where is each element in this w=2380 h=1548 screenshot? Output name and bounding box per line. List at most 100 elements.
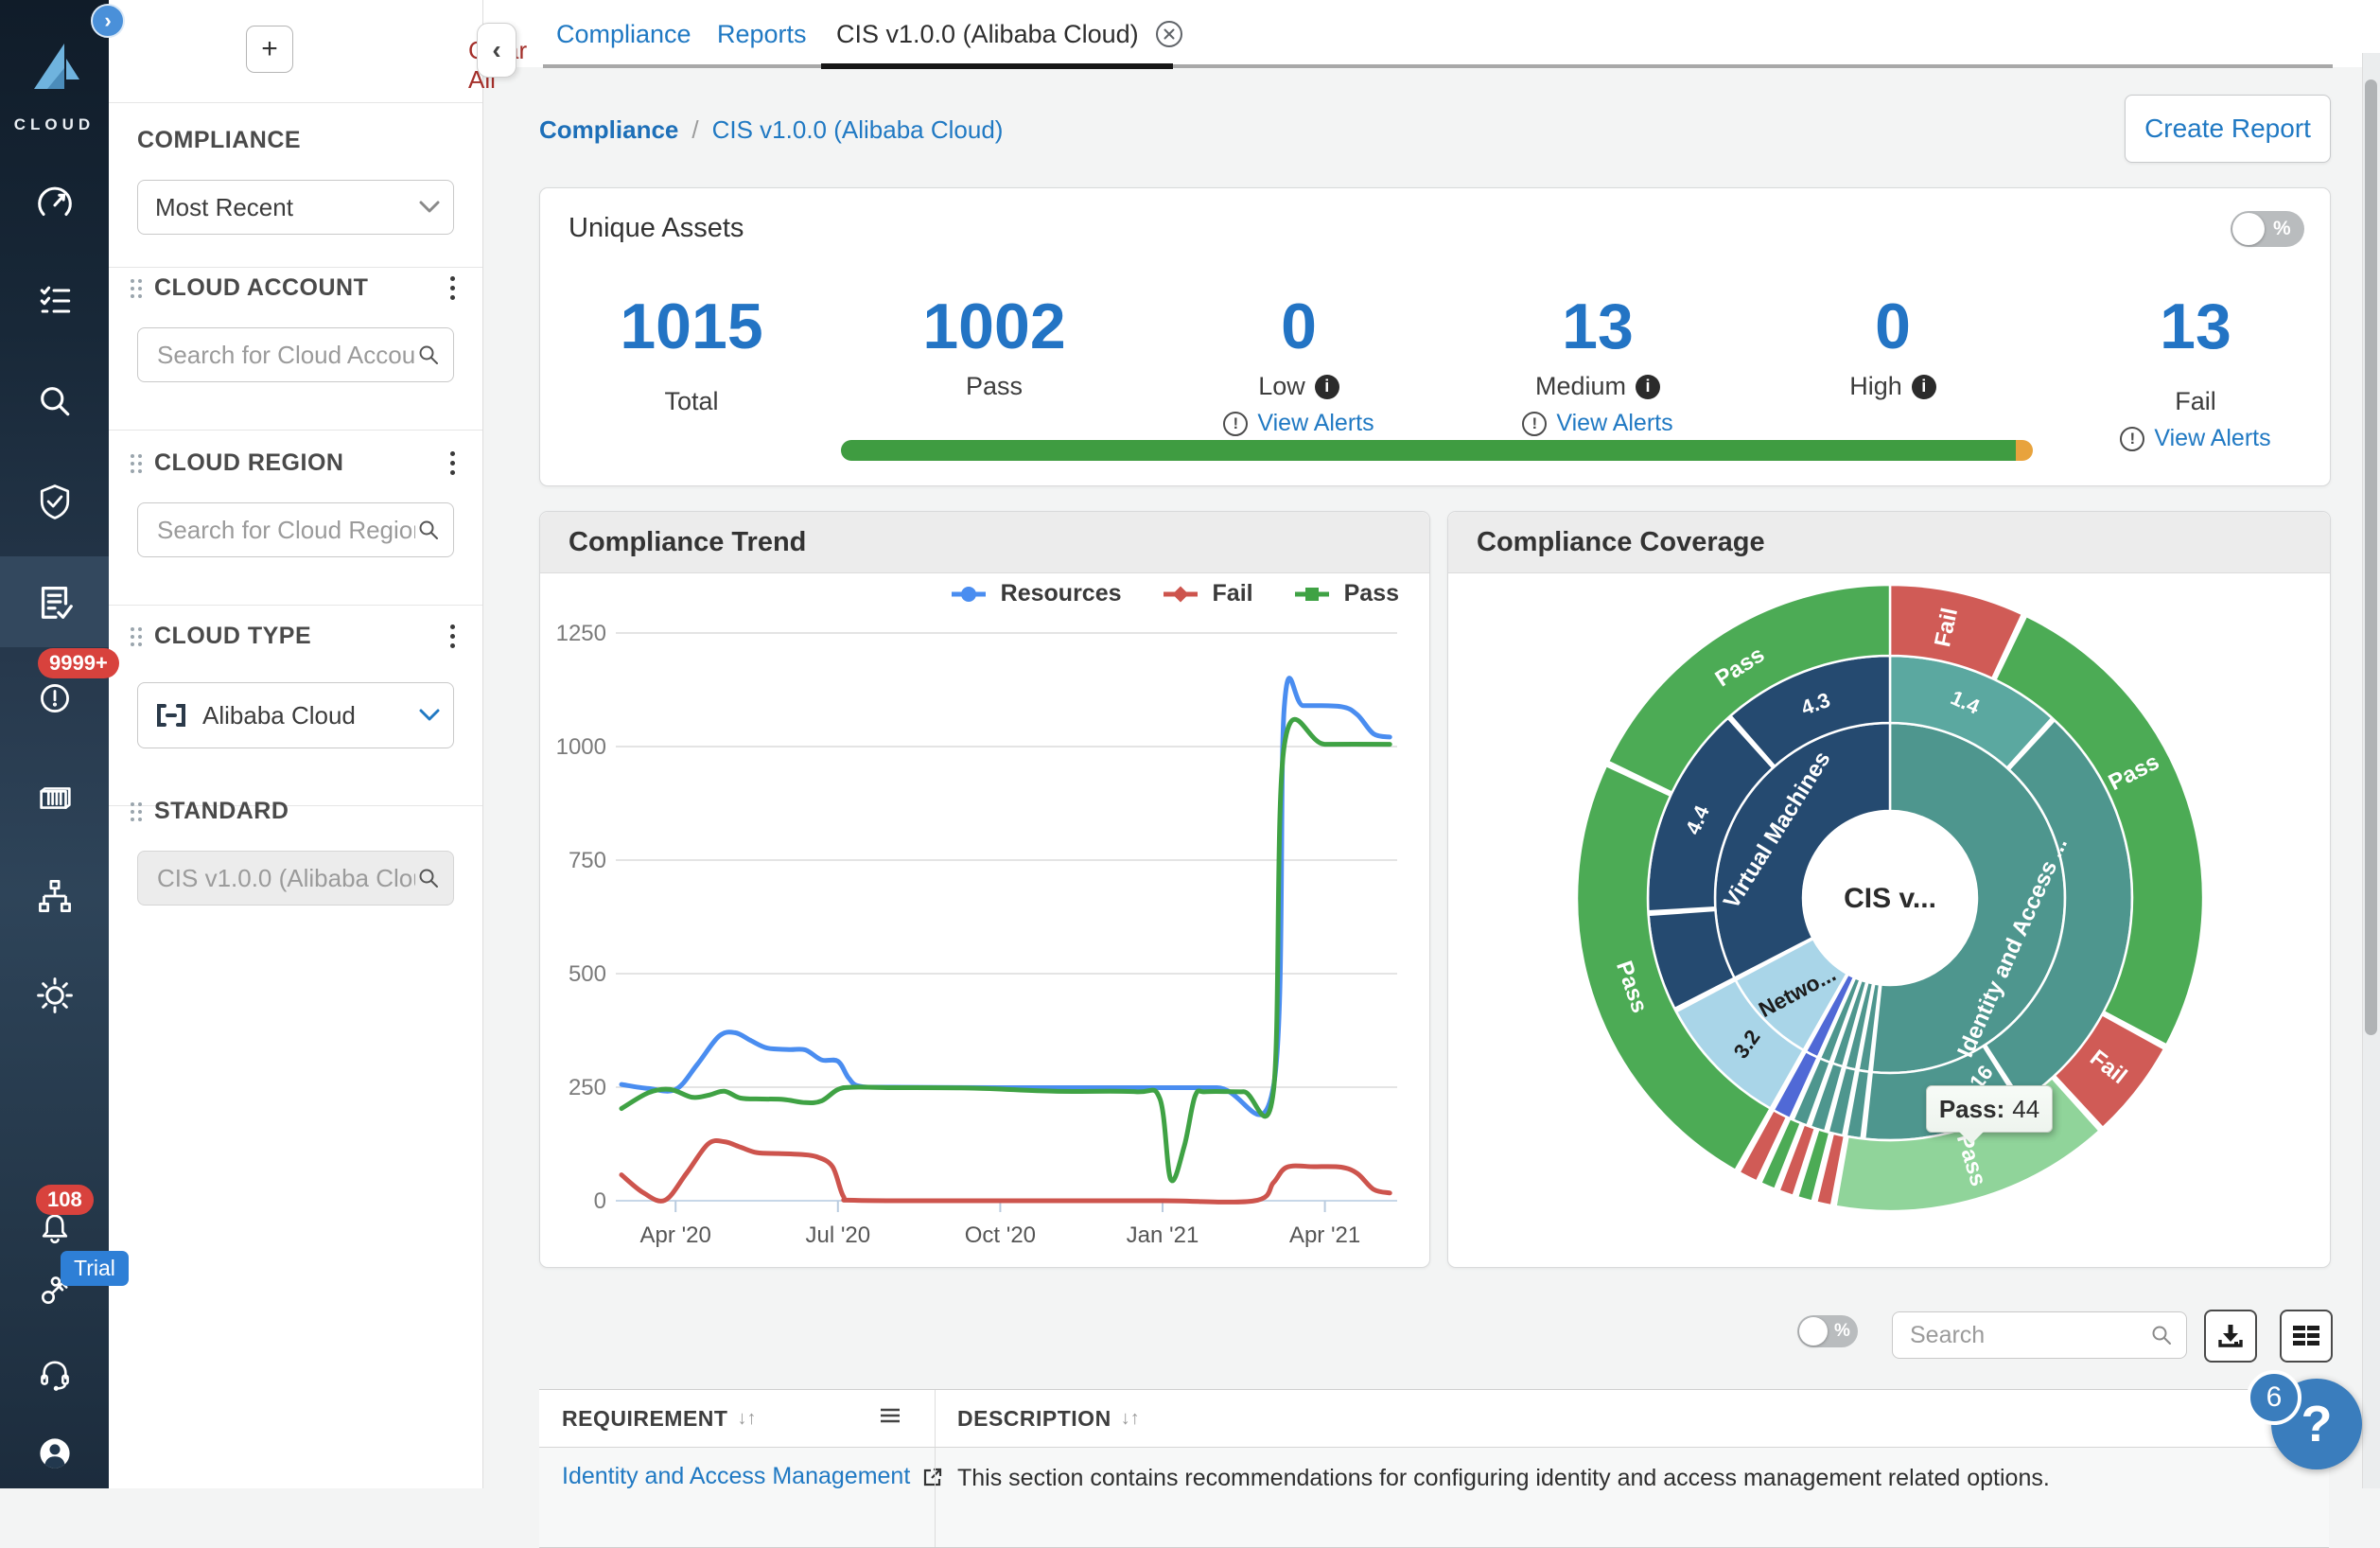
stat-value: 0	[1176, 294, 1422, 359]
column-header-description[interactable]: DESCRIPTION ↓↑	[957, 1390, 1140, 1447]
column-menu-icon[interactable]	[878, 1403, 902, 1428]
stat-value: 0	[1770, 294, 2016, 359]
drag-handle-icon[interactable]	[130, 626, 143, 647]
cloud-type-select[interactable]: Alibaba Cloud	[137, 682, 454, 748]
external-link-icon[interactable]	[921, 1466, 944, 1488]
security-shield-icon[interactable]	[0, 475, 109, 528]
percent-toggle[interactable]: %	[2231, 211, 2304, 247]
kebab-menu-icon[interactable]	[450, 451, 456, 475]
profile-avatar[interactable]	[0, 1429, 109, 1478]
stat-value: 13	[2073, 294, 2319, 359]
sunburst-center-label: CIS v...	[1844, 883, 1936, 914]
column-settings-button[interactable]	[2280, 1310, 2333, 1363]
filter-title: STANDARD	[154, 798, 289, 825]
active-tab-underline	[821, 63, 1173, 69]
breadcrumb-current[interactable]: CIS v1.0.0 (Alibaba Cloud)	[712, 115, 1004, 145]
drag-handle-icon[interactable]	[130, 453, 143, 474]
alerts-icon[interactable]	[0, 674, 109, 723]
stat-label: Highi	[1770, 372, 2016, 401]
sidebar-expand-button[interactable]: ›	[91, 4, 125, 38]
drag-handle-icon[interactable]	[130, 801, 143, 822]
table-percent-toggle[interactable]: %	[1797, 1315, 1858, 1347]
sidebar: CLOUD 9999+	[0, 0, 109, 1488]
info-icon[interactable]: i	[1315, 375, 1339, 399]
add-filter-button[interactable]: +	[246, 26, 293, 73]
column-divider	[935, 1390, 936, 1447]
percent-label: %	[2273, 218, 2291, 240]
tab-underline	[543, 64, 2333, 68]
network-icon[interactable]	[0, 871, 109, 921]
requirement-link[interactable]: Identity and Access Management	[562, 1463, 910, 1490]
svg-text:Apr '20: Apr '20	[640, 1223, 711, 1248]
table-search-input[interactable]	[1908, 1321, 2150, 1350]
trend-line-fail	[621, 1140, 1390, 1202]
info-icon[interactable]: i	[1912, 375, 1936, 399]
cloud-region-search[interactable]	[137, 502, 454, 557]
compliance-sort-select[interactable]: Most Recent	[137, 180, 454, 235]
search-icon[interactable]	[0, 375, 109, 428]
cloud-region-search-input[interactable]	[155, 515, 417, 546]
compliance-icon[interactable]	[0, 556, 109, 647]
view-alerts-link[interactable]: ! View Alerts	[1176, 410, 1422, 437]
settings-gear-icon[interactable]	[0, 971, 109, 1020]
stat-high: 0 Highi	[1770, 294, 2016, 401]
table-row[interactable]: Identity and Access Management This sect…	[539, 1448, 2329, 1547]
svg-text:1250: 1250	[556, 621, 606, 646]
drag-handle-icon[interactable]	[130, 278, 143, 299]
standard-search-input[interactable]	[155, 863, 417, 894]
policies-checklist-icon[interactable]	[0, 274, 109, 327]
dashboard-icon[interactable]	[0, 176, 109, 229]
stat-fail: 13 Fail ! View Alerts	[2073, 294, 2319, 452]
containers-icon[interactable]	[0, 774, 109, 823]
svg-text:750: 750	[569, 848, 606, 873]
requirements-table: REQUIREMENT ↓↑ DESCRIPTION ↓↑ Identity a…	[539, 1389, 2329, 1548]
standard-search[interactable]	[137, 851, 454, 906]
svg-text:500: 500	[569, 961, 606, 987]
chevron-down-icon	[419, 201, 440, 214]
kebab-menu-icon[interactable]	[450, 624, 456, 648]
search-icon	[417, 343, 440, 366]
filter-panel-collapse-button[interactable]: ‹	[477, 23, 516, 78]
view-alerts-link[interactable]: ! View Alerts	[2073, 425, 2319, 452]
scrollbar-thumb[interactable]	[2365, 79, 2377, 1035]
tab-cis-standard[interactable]: CIS v1.0.0 (Alibaba Cloud)	[836, 13, 1184, 55]
view-alerts-link[interactable]: ! View Alerts	[1475, 410, 1721, 437]
close-tab-icon[interactable]	[1154, 19, 1184, 49]
filter-section-compliance: COMPLIANCE	[137, 127, 301, 154]
info-icon[interactable]: i	[1636, 375, 1660, 399]
stat-pass: 1002 Pass	[871, 294, 1117, 401]
alert-circle-icon: !	[1522, 412, 1547, 436]
table-search[interactable]	[1892, 1311, 2187, 1359]
tab-compliance[interactable]: Compliance	[556, 13, 691, 55]
breadcrumb-compliance[interactable]: Compliance	[539, 115, 678, 145]
support-headset-icon[interactable]	[0, 1349, 109, 1398]
cloud-type-icon	[155, 703, 187, 728]
alerts-count-badge: 9999+	[38, 648, 119, 678]
download-button[interactable]	[2204, 1310, 2257, 1363]
filter-title: COMPLIANCE	[137, 127, 301, 154]
filter-title: CLOUD TYPE	[154, 623, 311, 650]
breadcrumb: Compliance / CIS v1.0.0 (Alibaba Cloud)	[539, 115, 1003, 145]
tab-label: CIS v1.0.0 (Alibaba Cloud)	[836, 20, 1139, 49]
sort-icon[interactable]: ↓↑	[737, 1408, 756, 1430]
filter-panel: + Clear All COMPLIANCE Most Recent CLOUD…	[109, 0, 483, 1488]
column-label: DESCRIPTION	[957, 1406, 1111, 1432]
sort-icon[interactable]: ↓↑	[1121, 1408, 1140, 1430]
cloud-account-search[interactable]	[137, 327, 454, 382]
chevron-down-icon	[419, 709, 440, 722]
stat-label: Fail	[2073, 387, 2319, 416]
cloud-account-search-input[interactable]	[155, 340, 417, 371]
tab-reports[interactable]: Reports	[717, 13, 807, 55]
trial-badge: Trial	[61, 1251, 129, 1286]
filter-title: CLOUD REGION	[154, 449, 343, 477]
table-columns-icon	[2291, 1323, 2321, 1349]
selected-value: Most Recent	[155, 193, 419, 222]
alert-circle-icon: !	[1223, 412, 1248, 436]
search-icon	[417, 519, 440, 541]
column-label: REQUIREMENT	[562, 1406, 727, 1432]
create-report-button[interactable]: Create Report	[2125, 95, 2331, 163]
tooltip-label: Pass:	[1939, 1095, 2004, 1124]
column-header-requirement[interactable]: REQUIREMENT ↓↑	[562, 1390, 756, 1447]
kebab-menu-icon[interactable]	[450, 276, 456, 300]
alert-circle-icon: !	[2120, 427, 2144, 451]
